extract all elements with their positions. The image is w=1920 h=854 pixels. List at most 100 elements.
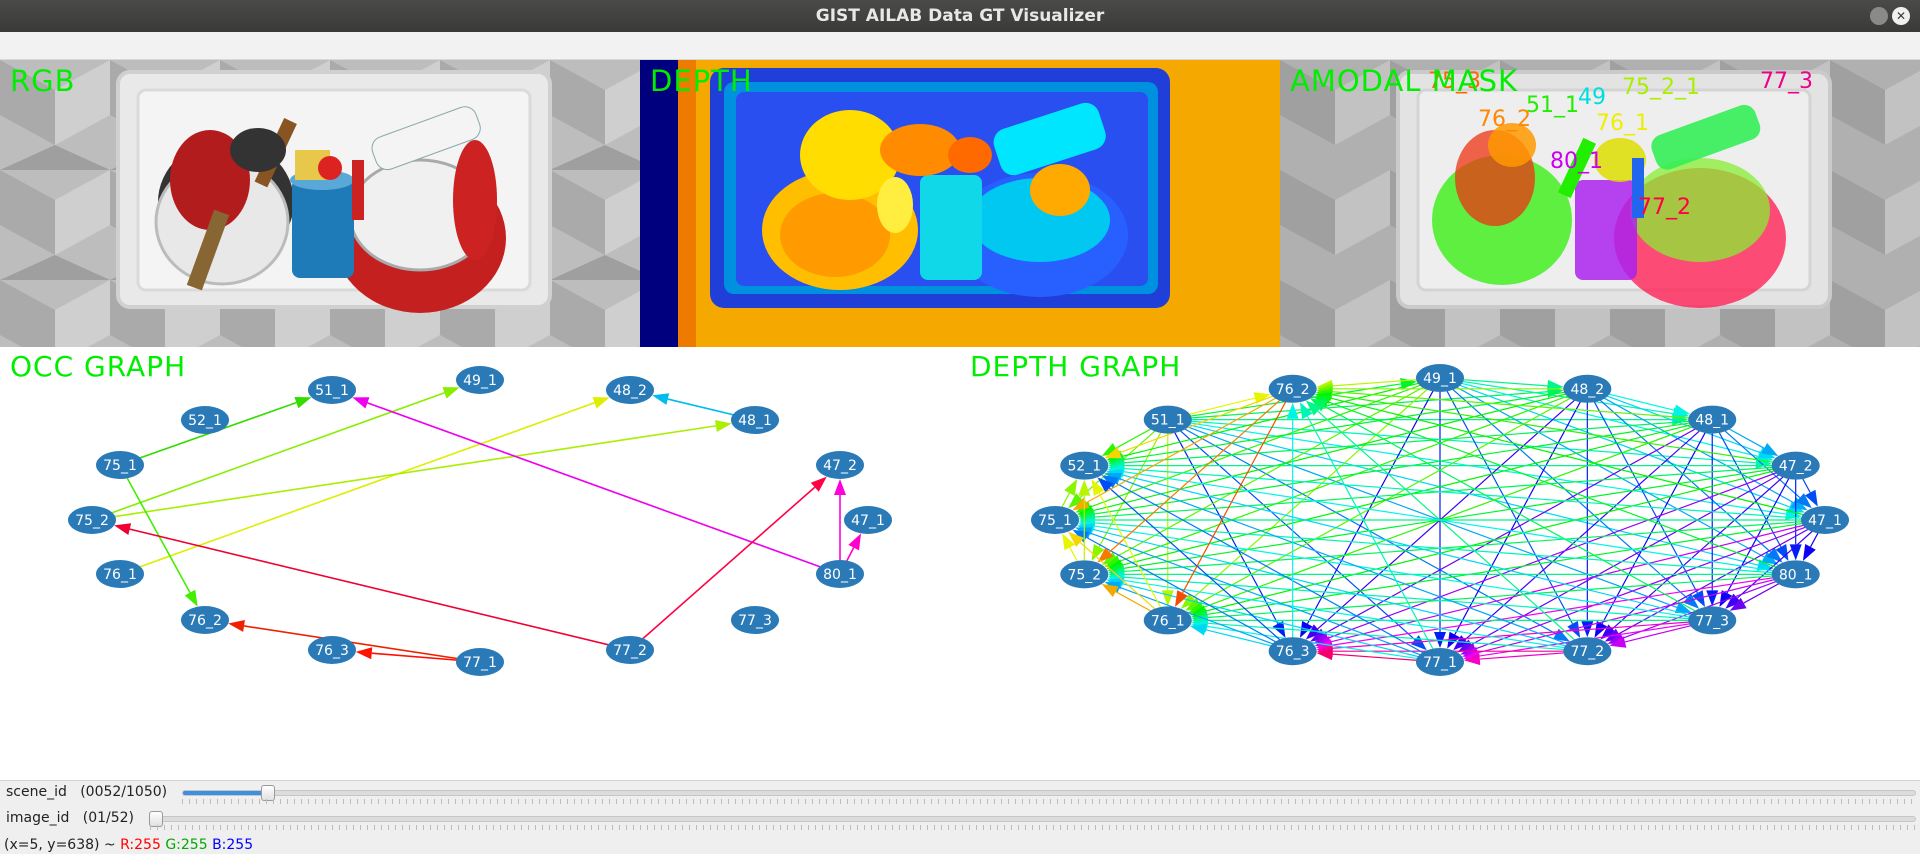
mask-label-77-2: 77_2 (1638, 195, 1691, 220)
svg-text:51_1: 51_1 (1151, 413, 1185, 429)
rgb-label: RGB (10, 64, 76, 98)
svg-text:77_2: 77_2 (613, 643, 647, 659)
svg-text:75_2: 75_2 (75, 513, 109, 529)
occ-node-77-2: 77_2 (606, 636, 654, 664)
svg-text:52_1: 52_1 (1067, 459, 1101, 475)
occ-node-47-2: 47_2 (816, 451, 864, 479)
svg-text:75_2: 75_2 (1067, 567, 1101, 583)
rgb-panel: RGB (0, 60, 640, 347)
mask-label-75-2-1: 75_2_1 (1622, 75, 1700, 100)
depth-node-47-1: 47_1 (1801, 506, 1849, 534)
svg-text:47_1: 47_1 (1808, 513, 1842, 529)
occ-edge-11 (228, 620, 481, 663)
svg-text:77_3: 77_3 (738, 613, 772, 629)
svg-text:80_1: 80_1 (823, 567, 857, 583)
depth-node-75-1: 75_1 (1031, 506, 1079, 534)
image-id-label: image_id (01/52) (6, 810, 135, 826)
occ-node-80-1: 80_1 (816, 560, 864, 588)
image-slider-row: image_id (01/52) (0, 807, 1920, 833)
occ-node-75-2: 75_2 (68, 506, 116, 534)
depth-node-76-2: 76_2 (1268, 374, 1317, 403)
occ-edge-1 (91, 387, 460, 521)
svg-text:47_2: 47_2 (823, 458, 857, 474)
mask-label-80-1: 80_1 (1550, 149, 1603, 174)
depth-panel: DEPTH (640, 60, 1280, 347)
scene-id-label: scene_id (0052/1050) (6, 784, 168, 800)
visualizer-canvas[interactable]: RGB DEPTH 75_3 76_2 51_1 49 75_2_1 76_1 … (0, 60, 1920, 780)
svg-text:49_1: 49_1 (1423, 371, 1457, 387)
occ-node-49-1: 49_1 (456, 366, 504, 394)
mask-label-76-1: 76_1 (1596, 111, 1649, 136)
svg-text:52_1: 52_1 (188, 413, 222, 429)
occ-edge-9 (834, 479, 846, 574)
svg-text:76_3: 76_3 (1276, 644, 1310, 660)
occ-node-75-1: 75_1 (96, 451, 144, 479)
svg-text:75_1: 75_1 (103, 458, 137, 474)
depth-edge-11 (1161, 419, 1174, 607)
pixel-r-value: R:255 (120, 837, 161, 853)
occ-node-76-1: 76_1 (96, 560, 144, 588)
pixel-b-value: B:255 (212, 837, 254, 853)
occ-edge-3 (91, 419, 732, 521)
depth-node-80-1: 80_1 (1771, 560, 1820, 589)
depth-node-77-1: 77_1 (1416, 648, 1464, 676)
occ-node-76-2: 76_2 (181, 606, 229, 634)
image-id-slider[interactable] (149, 811, 1916, 827)
occ-edge-8 (629, 476, 827, 651)
close-button[interactable]: ✕ (1892, 7, 1910, 25)
depth-edge-50 (1188, 419, 1713, 614)
pixel-coords: (x=5, y=638) ~ (4, 837, 116, 853)
svg-text:80_1: 80_1 (1779, 567, 1813, 583)
rgb-image (0, 60, 640, 347)
image-slider-ticks (150, 825, 1916, 830)
svg-text:77_2: 77_2 (1570, 644, 1604, 660)
mask-label-77-3: 77_3 (1760, 69, 1813, 94)
window-title: GIST AILAB Data GT Visualizer (815, 6, 1105, 26)
depth-edge-6 (1167, 419, 1692, 614)
occ-node-52-1: 52_1 (181, 406, 229, 434)
depth-node-48-2: 48_2 (1563, 374, 1612, 403)
amodal-label: AMODAL MASK (1290, 64, 1519, 98)
minimize-button[interactable] (1870, 7, 1888, 25)
scene-slider-row: scene_id (0052/1050) (0, 781, 1920, 807)
depth-node-75-2: 75_2 (1060, 560, 1109, 589)
depth-node-76-3: 76_3 (1268, 637, 1317, 666)
scene-id-slider[interactable] (182, 785, 1916, 801)
occ-node-51-1: 51_1 (308, 376, 356, 404)
svg-text:49_1: 49_1 (463, 373, 497, 389)
occ-node-77-3: 77_3 (731, 606, 779, 634)
amodal-image: 75_3 76_2 51_1 49 75_2_1 76_1 80_1 77_2 … (1280, 60, 1920, 347)
svg-text:51_1: 51_1 (315, 383, 349, 399)
depth-node-49-1: 49_1 (1416, 364, 1464, 392)
depth-image (640, 60, 1280, 347)
status-bar: scene_id (0052/1050) image_id (01/52) (x… (0, 780, 1920, 854)
occ-node-48-2: 48_2 (606, 376, 654, 404)
depth-node-52-1: 52_1 (1060, 451, 1109, 480)
occ-node-76-3: 76_3 (308, 636, 356, 664)
window-titlebar[interactable]: GIST AILAB Data GT Visualizer ✕ (0, 0, 1920, 32)
pixel-info: (x=5, y=638) ~ R:255 G:255 B:255 (4, 837, 253, 853)
occ-graph: 51_1 49_1 48_2 48_1 47_2 47_1 80_1 77_3 77_2 77_1… (68, 366, 892, 676)
svg-text:48_2: 48_2 (613, 383, 647, 399)
depth-graph: 51_1 49_1 48_2 48_1 47_2 47_1 80_1 77_3 77_2 77_1… (1031, 364, 1849, 676)
occ-node-48-1: 48_1 (731, 406, 779, 434)
svg-text:48_2: 48_2 (1570, 382, 1604, 398)
svg-text:76_2: 76_2 (188, 613, 222, 629)
depth-node-51-1: 51_1 (1143, 405, 1192, 434)
depth-edge-1 (1167, 385, 1564, 421)
svg-text:76_2: 76_2 (1276, 382, 1310, 398)
svg-text:77_3: 77_3 (1695, 613, 1729, 629)
svg-text:77_1: 77_1 (1423, 655, 1457, 671)
svg-text:47_2: 47_2 (1779, 459, 1813, 475)
scene-slider-ticks (182, 799, 1916, 804)
mask-label-49: 49 (1578, 85, 1606, 110)
pixel-g-value: G:255 (165, 837, 208, 853)
amodal-panel: 75_3 76_2 51_1 49 75_2_1 76_1 80_1 77_2 … (1280, 60, 1920, 347)
depth-edge-49 (1316, 385, 1713, 421)
depth-node-77-3: 77_3 (1688, 606, 1737, 635)
depth-node-77-2: 77_2 (1563, 637, 1612, 666)
svg-text:48_1: 48_1 (738, 413, 772, 429)
svg-text:76_1: 76_1 (103, 567, 137, 583)
svg-text:48_1: 48_1 (1695, 413, 1729, 429)
mask-label-51-1: 51_1 (1526, 93, 1579, 118)
